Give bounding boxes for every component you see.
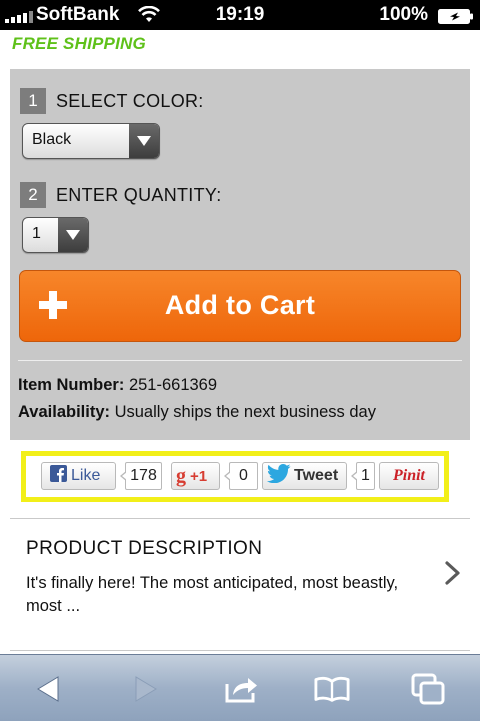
product-description-excerpt: It's finally here! The most anticipated,… [26, 574, 399, 615]
divider [18, 360, 462, 361]
divider [10, 650, 470, 651]
tweet-button[interactable]: Tweet [262, 462, 347, 490]
step-number: 2 [20, 182, 46, 208]
availability-label: Availability: [18, 403, 110, 421]
tabs-icon[interactable] [410, 671, 446, 707]
add-to-cart-button[interactable]: Add to Cart [19, 270, 461, 342]
google-plusone-label: +1 [190, 467, 208, 485]
quantity-select-value: 1 [32, 225, 41, 242]
bookmarks-icon[interactable] [314, 671, 350, 707]
step-enter-quantity: 2 ENTER QUANTITY: [20, 182, 222, 208]
step-select-color: 1 SELECT COLOR: [20, 88, 204, 114]
dropdown-arrow-icon [129, 124, 159, 158]
facebook-icon [50, 465, 67, 487]
add-to-cart-label: Add to Cart [164, 290, 316, 320]
item-number-label: Item Number: [18, 376, 125, 394]
quantity-select[interactable]: 1 [22, 217, 89, 253]
forward-icon[interactable] [128, 671, 164, 707]
facebook-like-button[interactable]: Like [41, 462, 116, 490]
step-number: 1 [20, 88, 46, 114]
item-number: Item Number: 251-661369 [18, 376, 217, 395]
availability: Availability: Usually ships the next bus… [18, 403, 376, 422]
browser-toolbar [0, 654, 480, 721]
share-icon[interactable] [224, 671, 260, 707]
color-select[interactable]: Black [22, 123, 160, 159]
battery-icon [438, 8, 474, 24]
step-label: ENTER QUANTITY: [56, 184, 222, 205]
dropdown-arrow-icon [58, 218, 88, 252]
step-label: SELECT COLOR: [56, 90, 204, 111]
item-number-value: 251-661369 [128, 376, 218, 394]
tweet-label: Tweet [294, 467, 339, 484]
free-shipping-banner: FREE SHIPPING [12, 34, 146, 53]
facebook-like-label: Like [71, 467, 101, 484]
google-plusone-button[interactable]: g +1 [171, 462, 220, 490]
google-plus-icon: g [176, 465, 186, 487]
facebook-like-count: 178 [120, 462, 162, 490]
product-description-title: PRODUCT DESCRIPTION [26, 538, 263, 559]
social-share-inner: Like 178 g +1 0 Tweet 1 Pinit [26, 456, 444, 497]
chevron-right-icon[interactable] [442, 560, 464, 591]
color-select-value: Black [32, 131, 72, 148]
divider [10, 518, 470, 519]
google-plusone-count: 0 [224, 462, 258, 490]
back-icon[interactable] [30, 671, 66, 707]
twitter-bird-icon [266, 464, 291, 488]
social-share-bar: Like 178 g +1 0 Tweet 1 Pinit [21, 451, 449, 502]
availability-value: Usually ships the next business day [114, 403, 376, 421]
purchase-options-panel: 1 SELECT COLOR: Black 2 ENTER QUANTITY: … [10, 69, 470, 440]
tweet-count: 1 [351, 462, 375, 490]
battery-percentage: 100% [379, 4, 428, 25]
status-bar: SoftBank 19:19 100% [0, 0, 480, 30]
pinit-label: Pinit [392, 467, 425, 484]
pinterest-pinit-button[interactable]: Pinit [379, 462, 439, 490]
